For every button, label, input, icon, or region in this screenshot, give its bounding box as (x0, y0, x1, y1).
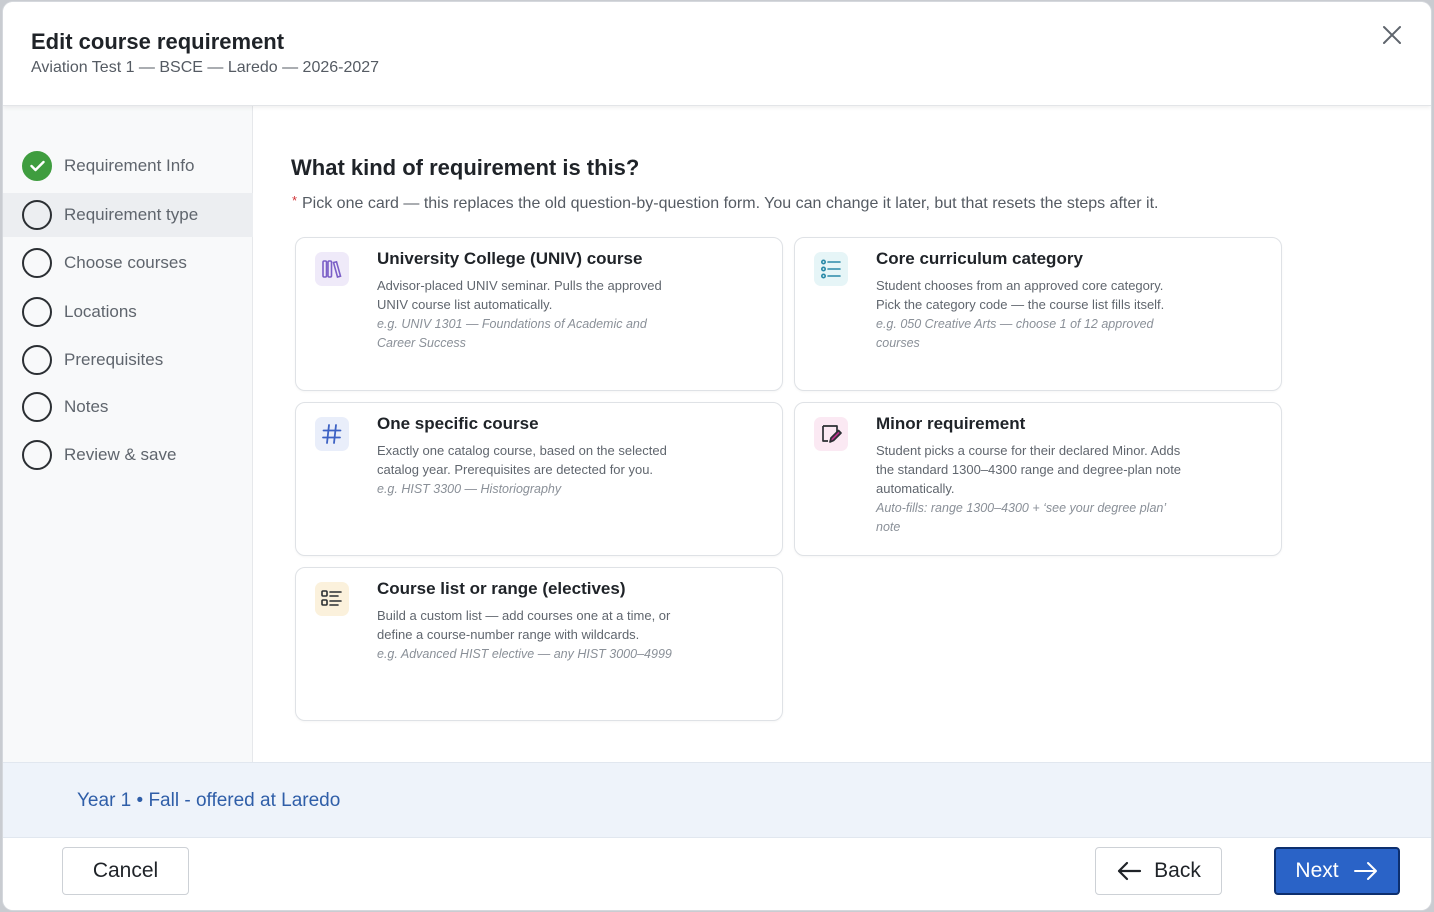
card-title: Minor requirement (876, 414, 1026, 433)
context-text: Year 1 • Fall - offered at Laredo (77, 790, 341, 811)
step-circle-icon (22, 200, 52, 230)
next-button[interactable]: Next (1274, 847, 1400, 895)
card-univ-course[interactable]: University College (UNIV) course Advisor… (295, 237, 783, 391)
next-label: Next (1295, 859, 1339, 882)
card-core-curriculum[interactable]: Core curriculum category Student chooses… (794, 237, 1282, 391)
arrow-right-icon (1353, 862, 1377, 880)
step-circle-icon (22, 297, 52, 327)
card-title: University College (UNIV) course (377, 249, 643, 268)
card-description-text: Build a custom list — add courses one at… (377, 608, 671, 642)
step-choose-courses[interactable]: Choose courses (3, 241, 253, 285)
step-requirement-info[interactable]: Requirement Info (3, 144, 253, 188)
arrow-left-icon (1118, 861, 1142, 881)
step-label: Notes (64, 397, 109, 416)
card-example: Auto-fills: range 1300–4300 + ‘see your … (876, 501, 1166, 534)
step-label: Requirement Info (64, 156, 195, 175)
context-bar: Year 1 • Fall - offered at Laredo (3, 762, 1431, 838)
required-marker: * (292, 193, 298, 208)
step-label: Locations (64, 302, 137, 321)
card-example: e.g. UNIV 1301 — Foundations of Academic… (377, 317, 647, 350)
card-title: Course list or range (electives) (377, 579, 626, 598)
list-icon (315, 582, 349, 616)
steps-sidebar: Requirement Info Requirement type Choose… (3, 106, 253, 762)
card-description: Build a custom list — add courses one at… (377, 606, 687, 664)
step-notes[interactable]: Notes (3, 385, 253, 429)
hint-label: Pick one card — this replaces the old qu… (302, 195, 1159, 212)
close-icon (1383, 26, 1401, 44)
card-title: One specific course (377, 414, 539, 433)
back-button[interactable]: Back (1095, 847, 1222, 895)
dialog-subtitle: Aviation Test 1 — BSCE — Laredo — 2026-2… (31, 59, 380, 76)
main-content: What kind of requirement is this? * Pick… (254, 106, 1431, 762)
step-label: Choose courses (64, 253, 187, 272)
step-circle-icon (22, 345, 52, 375)
dialog-title: Edit course requirement (31, 29, 285, 54)
step-locations[interactable]: Locations (3, 290, 253, 334)
step-review-save[interactable]: Review & save (3, 433, 253, 477)
step-requirement-type[interactable]: Requirement type (3, 193, 253, 237)
check-icon (22, 151, 52, 181)
question-heading: What kind of requirement is this? (291, 155, 640, 180)
step-circle-icon (22, 248, 52, 278)
edit-requirement-dialog: Edit course requirement Aviation Test 1 … (3, 2, 1431, 910)
close-button[interactable] (1379, 22, 1405, 48)
card-example: e.g. Advanced HIST elective — any HIST 3… (377, 647, 672, 661)
card-description: Advisor-placed UNIV seminar. Pulls the a… (377, 276, 687, 353)
cancel-label: Cancel (92, 859, 159, 882)
card-minor-requirement[interactable]: Minor requirement Student picks a course… (794, 402, 1282, 556)
cancel-button[interactable]: Cancel (62, 847, 189, 895)
step-circle-icon (22, 392, 52, 422)
hint-text: * Pick one card — this replaces the old … (292, 193, 1159, 213)
card-description: Student picks a course for their declare… (876, 441, 1186, 537)
step-label: Review & save (64, 445, 177, 464)
step-prerequisites[interactable]: Prerequisites (3, 338, 253, 382)
step-label: Requirement type (64, 205, 199, 224)
card-example: e.g. 050 Creative Arts — choose 1 of 12 … (876, 317, 1154, 350)
step-label: Prerequisites (64, 350, 164, 369)
action-bar: Cancel Back Next (3, 838, 1431, 910)
card-course-list-range[interactable]: Course list or range (electives) Build a… (295, 567, 783, 721)
card-example: e.g. HIST 3300 — Historiography (377, 482, 562, 496)
library-books-icon (315, 252, 349, 286)
card-description-text: Advisor-placed UNIV seminar. Pulls the a… (377, 278, 662, 312)
card-description-text: Exactly one catalog course, based on the… (377, 443, 667, 477)
note-edit-icon (814, 417, 848, 451)
card-description: Exactly one catalog course, based on the… (377, 441, 687, 499)
dialog-header: Edit course requirement Aviation Test 1 … (3, 2, 1431, 106)
card-specific-course[interactable]: One specific course Exactly one catalog … (295, 402, 783, 556)
card-title: Core curriculum category (876, 249, 1083, 268)
hash-icon (315, 417, 349, 451)
card-description-text: Student chooses from an approved core ca… (876, 278, 1165, 312)
checklist-icon (814, 252, 848, 286)
back-label: Back (1154, 859, 1201, 882)
step-circle-icon (22, 440, 52, 470)
card-description-text: Student picks a course for their declare… (876, 443, 1182, 496)
card-description: Student chooses from an approved core ca… (876, 276, 1186, 353)
